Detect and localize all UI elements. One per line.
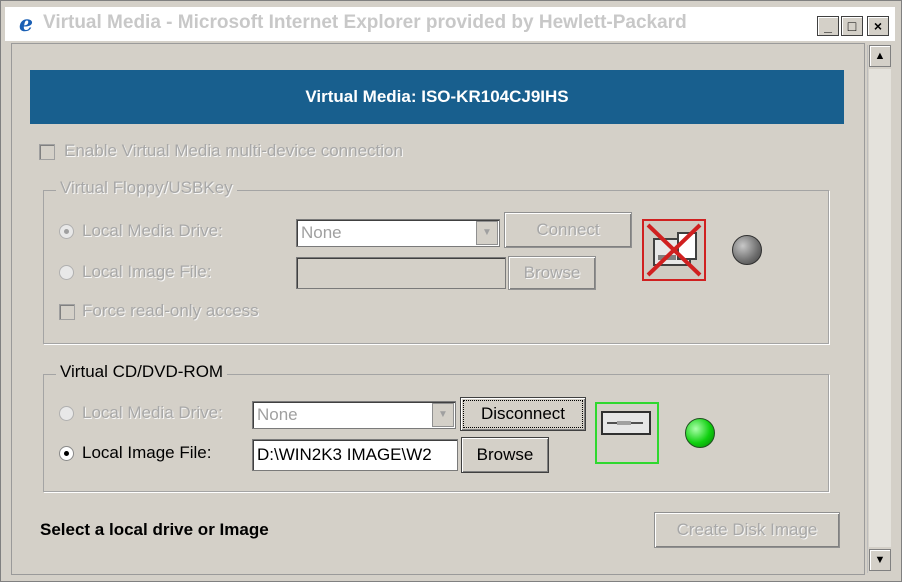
maximize-button[interactable]: □	[841, 16, 863, 36]
virtual-media-panel: Virtual Media: ISO-KR104CJ9IHS Enable Vi…	[11, 43, 865, 575]
floppy-status-led	[732, 235, 762, 265]
close-button[interactable]: ×	[867, 16, 889, 36]
chevron-down-icon: ▼	[476, 221, 498, 245]
floppy-local-media-radio[interactable]	[59, 224, 74, 239]
floppy-drive-select[interactable]: None ▼	[296, 219, 500, 247]
browser-window: e Virtual Media - Microsoft Internet Exp…	[0, 0, 902, 582]
page-title: Virtual Media: ISO-KR104CJ9IHS	[30, 70, 844, 124]
scroll-down-arrow-icon[interactable]: ▼	[869, 549, 891, 571]
cdrom-image-file-label: Local Image File:	[82, 443, 212, 462]
floppy-group-legend: Virtual Floppy/USBKey	[56, 178, 237, 198]
cdrom-status-led	[685, 418, 715, 448]
force-readonly-label: Force read-only access	[82, 301, 259, 320]
cdrom-image-file-input[interactable]: D:\WIN2K3 IMAGE\W2	[252, 439, 458, 471]
floppy-status-indicator	[642, 219, 706, 281]
cdrom-local-media-label: Local Media Drive:	[82, 403, 223, 422]
multi-device-label: Enable Virtual Media multi-device connec…	[64, 141, 403, 160]
floppy-image-file-input[interactable]	[296, 257, 506, 289]
status-message: Select a local drive or Image	[40, 520, 269, 539]
cdrom-local-media-radio[interactable]	[59, 406, 74, 421]
minimize-button[interactable]: _	[817, 16, 839, 36]
multi-device-checkbox[interactable]	[39, 144, 55, 160]
title-bar[interactable]: e Virtual Media - Microsoft Internet Exp…	[5, 7, 895, 41]
floppy-image-file-radio[interactable]	[59, 265, 74, 280]
cdrom-drive-select[interactable]: None ▼	[252, 401, 456, 429]
cdrom-drive-value: None	[257, 405, 298, 424]
cdrom-disconnect-button[interactable]: Disconnect	[460, 397, 586, 431]
cdrom-browse-button[interactable]: Browse	[461, 437, 549, 473]
cdrom-image-file-radio[interactable]	[59, 446, 74, 461]
vertical-scrollbar[interactable]: ▲ ▼	[867, 45, 893, 573]
floppy-drive-value: None	[301, 223, 342, 242]
floppy-browse-button[interactable]: Browse	[508, 256, 596, 290]
create-disk-image-button[interactable]: Create Disk Image	[654, 512, 840, 548]
cd-drive-connected-icon	[601, 411, 651, 435]
cdrom-status-indicator	[595, 402, 659, 464]
internet-explorer-icon: e	[19, 11, 33, 37]
floppy-local-media-label: Local Media Drive:	[82, 221, 223, 240]
window-title: Virtual Media - Microsoft Internet Explo…	[43, 12, 687, 33]
chevron-down-icon: ▼	[432, 403, 454, 427]
force-readonly-checkbox[interactable]	[59, 304, 75, 320]
floppy-disconnected-icon	[646, 223, 702, 277]
floppy-image-file-label: Local Image File:	[82, 262, 212, 281]
cdrom-group-legend: Virtual CD/DVD-ROM	[56, 362, 228, 382]
floppy-connect-button[interactable]: Connect	[504, 212, 632, 248]
scroll-up-arrow-icon[interactable]: ▲	[869, 45, 891, 67]
scroll-track[interactable]	[869, 69, 891, 547]
